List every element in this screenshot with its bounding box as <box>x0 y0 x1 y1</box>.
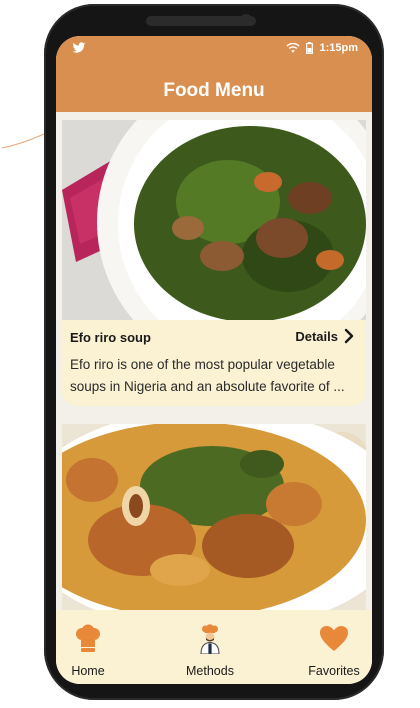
bottom-nav: Home Methods Favorites <box>56 610 372 684</box>
food-list[interactable]: Efo riro soup Details Efo riro is one of… <box>56 112 372 610</box>
nav-home[interactable]: Home <box>56 610 138 684</box>
status-time: 1:15pm <box>319 42 358 54</box>
nav-label: Favorites <box>308 664 360 678</box>
food-card[interactable]: Efo riro soup Details Efo riro is one of… <box>62 120 366 406</box>
efo-riro-photo <box>62 120 366 320</box>
phone-camera <box>240 14 252 26</box>
details-label: Details <box>295 328 338 344</box>
nav-label: Methods <box>186 664 234 678</box>
details-button[interactable]: Details <box>295 328 354 344</box>
vegetable-stew-photo <box>62 424 366 610</box>
app-header: 1:15pm Food Menu <box>56 36 372 112</box>
heart-icon <box>320 626 348 651</box>
twitter-icon <box>72 42 86 53</box>
food-image <box>62 120 366 320</box>
page-title: Food Menu <box>163 80 265 101</box>
wifi-icon <box>286 42 301 53</box>
food-card[interactable] <box>62 424 366 610</box>
nav-favorites[interactable]: Favorites <box>284 610 372 684</box>
phone-frame: 1:15pm Food Menu Efo riro soup Details E… <box>44 4 384 700</box>
status-indicators: 1:15pm <box>286 41 358 55</box>
app-screen: 1:15pm Food Menu Efo riro soup Details E… <box>56 36 372 684</box>
chef-icon <box>200 624 220 654</box>
food-title: Efo riro soup <box>70 330 151 345</box>
food-image <box>62 424 366 610</box>
food-card-info: Efo riro soup Details Efo riro is one of… <box>62 320 366 406</box>
battery-icon <box>306 42 314 54</box>
nav-label: Home <box>71 664 105 678</box>
food-description: Efo riro is one of the most popular vege… <box>70 357 345 394</box>
chef-hat-icon <box>76 624 100 652</box>
nav-methods[interactable]: Methods <box>160 610 260 684</box>
chevron-right-icon <box>344 328 354 344</box>
status-bar: 1:15pm <box>56 36 372 60</box>
